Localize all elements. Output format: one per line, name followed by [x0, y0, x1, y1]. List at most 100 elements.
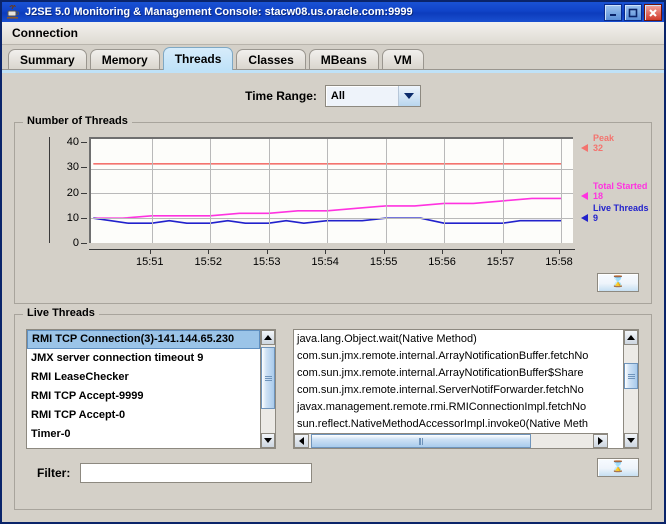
chart-gridline: [444, 139, 445, 243]
tab-threads[interactable]: Threads: [163, 47, 234, 70]
legend-label: Total Started: [593, 181, 647, 191]
legend-entry-live-threads: Live Threads9: [593, 203, 649, 223]
menu-bar: Connection: [2, 22, 664, 45]
legend-pointer-icon: [581, 214, 588, 222]
scroll-track[interactable]: [261, 345, 275, 433]
threads-options-button[interactable]: ⌛: [597, 458, 639, 477]
tab-vm[interactable]: VM: [382, 49, 424, 70]
scroll-thumb[interactable]: [624, 363, 638, 389]
scroll-down-icon[interactable]: [624, 433, 638, 448]
number-of-threads-group: Number of Threads 010203040 15:5115:5215…: [14, 122, 652, 304]
scroll-thumb[interactable]: [261, 347, 275, 409]
x-axis-tick: 15:58: [545, 256, 573, 268]
hscroll-thumb[interactable]: [311, 434, 531, 448]
x-axis-tick-mark: [501, 249, 502, 254]
legend-pointer-icon: [581, 144, 588, 152]
title-bar: J2SE 5.0 Monitoring & Management Console…: [2, 2, 664, 22]
live-threads-group: Live Threads RMI TCP Connection(3)-141.1…: [14, 314, 652, 510]
scroll-up-icon[interactable]: [261, 330, 275, 345]
time-range-value: All: [326, 90, 398, 102]
stack-trace-line: com.sun.jmx.remote.internal.ArrayNotific…: [294, 365, 623, 382]
thread-list-scrollbar[interactable]: [260, 330, 275, 448]
chevron-down-icon[interactable]: [398, 86, 420, 106]
filter-row: Filter:: [37, 463, 312, 483]
thread-list-item[interactable]: RMI TCP Connection(3)-141.144.65.230: [27, 330, 260, 349]
x-axis: 15:5115:5215:5315:5415:5515:5615:5715:58: [89, 249, 575, 275]
thread-list-item[interactable]: RMI TCP Accept-0: [27, 406, 260, 425]
scroll-up-icon[interactable]: [624, 330, 638, 345]
java-coffee-cup-icon: [5, 4, 21, 20]
thread-list-items[interactable]: RMI TCP Connection(3)-141.144.65.230JMX …: [27, 330, 260, 448]
chart-gridline: [152, 139, 153, 243]
x-axis-tick-mark: [150, 249, 151, 254]
close-button[interactable]: [644, 4, 662, 21]
y-axis: 010203040: [51, 131, 89, 251]
thread-list-item[interactable]: Timer-0: [27, 425, 260, 444]
thread-list-item[interactable]: JMX server connection timeout 9: [27, 349, 260, 368]
time-range-dropdown[interactable]: All: [325, 85, 421, 107]
tab-classes[interactable]: Classes: [236, 49, 305, 70]
y-axis-tick: 40: [51, 136, 79, 148]
stack-trace-vscrollbar[interactable]: [623, 330, 638, 448]
threads-chart[interactable]: 010203040 15:5115:5215:5315:5415:5515:56…: [15, 123, 651, 303]
application-window: J2SE 5.0 Monitoring & Management Console…: [0, 0, 666, 524]
stack-trace-line: com.sun.jmx.remote.internal.ServerNotifF…: [294, 382, 623, 399]
chart-gridline: [91, 169, 573, 170]
hscroll-track[interactable]: [309, 434, 593, 448]
thread-list[interactable]: RMI TCP Connection(3)-141.144.65.230JMX …: [26, 329, 276, 449]
legend-entry-total-started: Total Started18: [593, 181, 647, 201]
y-axis-tick-mark: [81, 243, 87, 244]
y-axis-tick: 10: [51, 212, 79, 224]
x-axis-tick: 15:54: [311, 256, 339, 268]
stack-trace-line: javax.management.remote.rmi.RMIConnectio…: [294, 399, 623, 416]
x-axis-tick-mark: [442, 249, 443, 254]
x-axis-tick-mark: [267, 249, 268, 254]
chart-gridline: [269, 139, 270, 243]
scroll-right-icon[interactable]: [593, 434, 608, 448]
x-axis-tick: 15:55: [370, 256, 398, 268]
stack-trace-line: sun.reflect.NativeMethodAccessorImpl.inv…: [294, 416, 623, 433]
threads-group-title: Live Threads: [23, 307, 99, 319]
y-axis-line: [49, 137, 50, 243]
threads-panel: Time Range: All Number of Threads 010203…: [2, 69, 664, 522]
stack-trace-panel[interactable]: java.lang.Object.wait(Native Method)com.…: [293, 329, 639, 449]
chart-options-button[interactable]: ⌛: [597, 273, 639, 292]
legend-label: Peak: [593, 133, 614, 143]
chart-gridline: [91, 218, 573, 219]
legend-pointer-icon: [581, 192, 588, 200]
x-axis-tick-mark: [325, 249, 326, 254]
tab-strip: Summary Memory Threads Classes MBeans VM: [2, 46, 664, 70]
y-axis-tick-mark: [81, 142, 87, 143]
chart-gridline: [210, 139, 211, 243]
hourglass-icon: ⌛: [611, 462, 625, 473]
stack-trace-hscrollbar[interactable]: [294, 433, 608, 448]
chart-series-svg: [91, 139, 573, 243]
x-axis-tick: 15:52: [194, 256, 222, 268]
scroll-track[interactable]: [624, 345, 638, 433]
y-axis-tick-mark: [81, 218, 87, 219]
x-axis-tick: 15:57: [487, 256, 515, 268]
x-axis-tick: 15:51: [136, 256, 164, 268]
legend-label: Live Threads: [593, 203, 649, 213]
tab-summary[interactable]: Summary: [8, 49, 87, 70]
x-axis-tick-mark: [559, 249, 560, 254]
chart-gridline: [91, 193, 573, 194]
thread-list-item[interactable]: RMI TCP Accept-9999: [27, 387, 260, 406]
tab-mbeans[interactable]: MBeans: [309, 49, 379, 70]
chart-gridline: [503, 139, 504, 243]
menu-item-connection[interactable]: Connection: [5, 24, 85, 42]
minimize-button[interactable]: [604, 4, 622, 21]
thread-list-item[interactable]: RMI LeaseChecker: [27, 368, 260, 387]
scroll-down-icon[interactable]: [261, 433, 275, 448]
hourglass-icon: ⌛: [611, 277, 625, 288]
x-axis-tick: 15:56: [428, 256, 456, 268]
maximize-button[interactable]: [624, 4, 642, 21]
tab-memory[interactable]: Memory: [90, 49, 160, 70]
scroll-left-icon[interactable]: [294, 434, 309, 448]
y-axis-tick-mark: [81, 193, 87, 194]
chart-gridline: [327, 139, 328, 243]
legend-value: 9: [593, 213, 649, 223]
time-range-label: Time Range:: [245, 89, 317, 103]
filter-input[interactable]: [80, 463, 312, 483]
stack-trace-body[interactable]: java.lang.Object.wait(Native Method)com.…: [294, 330, 623, 448]
